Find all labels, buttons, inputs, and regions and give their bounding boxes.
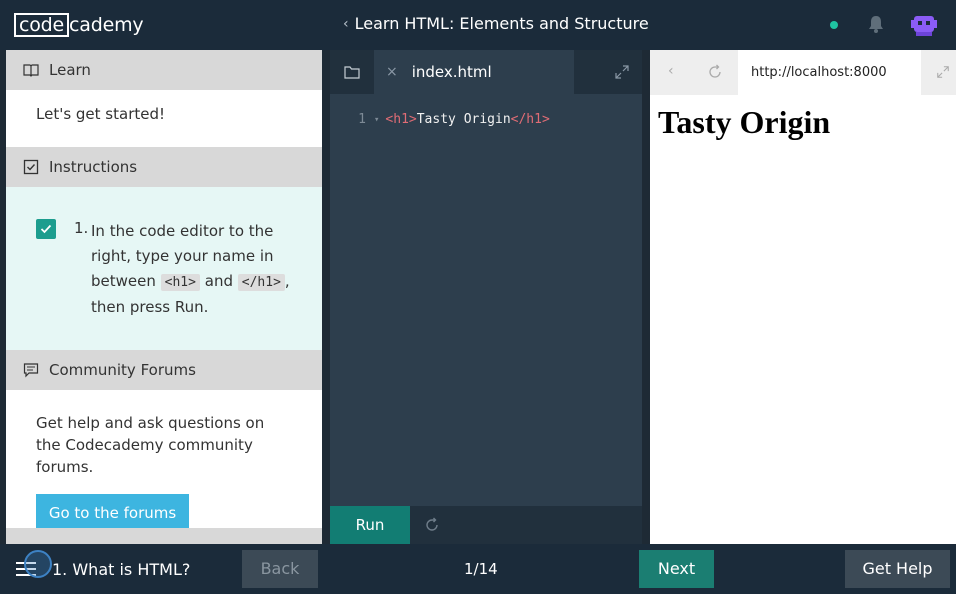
instruction-text-part: and — [204, 272, 233, 290]
chevron-left-icon: ‹ — [343, 15, 349, 32]
instructions-section-title: Instructions — [49, 158, 138, 176]
fold-caret-icon[interactable]: ▾ — [374, 115, 379, 125]
code-open-tag: <h1> — [385, 112, 417, 127]
code-line[interactable]: 1 ▾ <h1> Tasty Origin </h1> — [330, 112, 550, 127]
top-header: code cademy ‹ Learn HTML: Elements and St… — [0, 0, 956, 50]
tab-index-html[interactable]: × index.html — [374, 50, 574, 94]
logo-cademy-text: cademy — [69, 14, 144, 36]
inline-code-h1-close: </h1> — [237, 274, 285, 291]
code-text: Tasty Origin — [416, 112, 511, 127]
close-tab-icon[interactable]: × — [386, 64, 398, 80]
lesson-title[interactable]: 1. What is HTML? — [52, 560, 190, 579]
go-to-forums-button[interactable]: Go to the forums — [36, 494, 189, 532]
expand-icon[interactable] — [614, 64, 630, 80]
user-avatar-icon[interactable] — [910, 12, 938, 38]
instructions-body: 1. In the code editor to the right, type… — [6, 187, 322, 350]
instruction-1-checkbox[interactable] — [36, 219, 56, 239]
codecademy-logo[interactable]: code cademy — [14, 12, 144, 38]
chat-icon — [23, 363, 39, 378]
learn-section-title: Learn — [49, 61, 91, 79]
course-title-link[interactable]: ‹ Learn HTML: Elements and Structure — [343, 14, 649, 33]
bottom-footer: 1. What is HTML? Back 1/14 Next Get Help — [0, 544, 956, 594]
checkbox-icon — [23, 159, 39, 175]
book-icon — [23, 64, 39, 77]
code-editor: × index.html 1 ▾ <h1> Tasty Origin </h1> R… — [330, 50, 642, 544]
forums-description: Get help and ask questions on the Codeca… — [36, 414, 265, 476]
forums-section-title: Community Forums — [49, 361, 196, 379]
forums-section-body: Get help and ask questions on the Codeca… — [6, 390, 322, 532]
file-browser-button[interactable] — [330, 50, 374, 94]
get-help-button[interactable]: Get Help — [845, 550, 950, 588]
lesson-panel: Learn Let's get started! Instructions 1.… — [6, 50, 322, 544]
code-close-tag: </h1> — [510, 112, 550, 127]
page-counter: 1/14 — [464, 560, 498, 578]
instruction-1-text: In the code editor to the right, type yo… — [91, 219, 301, 320]
folder-icon — [344, 66, 360, 79]
instructions-section-header: Instructions — [6, 147, 322, 187]
browser-preview: ‹ http://localhost:8000 Tasty Origin — [650, 50, 956, 544]
online-status-dot — [830, 21, 838, 29]
tab-filename: index.html — [411, 63, 492, 81]
instruction-1-number: 1. — [74, 219, 89, 237]
run-button[interactable]: Run — [330, 506, 410, 544]
learn-section-header: Learn — [6, 50, 322, 90]
browser-url-bar[interactable]: http://localhost:8000 — [738, 50, 921, 95]
run-bar: Run — [330, 506, 642, 544]
rendered-heading: Tasty Origin — [658, 104, 831, 140]
inline-code-h1-open: <h1> — [160, 274, 200, 291]
logo-code-text: code — [14, 13, 70, 37]
browser-toolbar: ‹ http://localhost:8000 — [650, 50, 956, 95]
checkmark-icon — [40, 224, 52, 234]
cursor-highlight — [24, 550, 52, 578]
next-button[interactable]: Next — [639, 550, 714, 588]
bell-icon[interactable] — [866, 14, 886, 34]
browser-back-icon[interactable]: ‹ — [668, 63, 674, 79]
forums-section-header: Community Forums — [6, 350, 322, 390]
browser-expand-icon[interactable] — [936, 65, 950, 79]
learn-section-body: Let's get started! — [36, 105, 166, 123]
back-button[interactable]: Back — [242, 550, 318, 588]
browser-reload-icon[interactable] — [707, 64, 723, 80]
editor-tab-bar: × index.html — [330, 50, 642, 94]
course-title: Learn HTML: Elements and Structure — [354, 14, 649, 33]
reset-code-icon[interactable] — [424, 517, 440, 533]
line-number: 1 — [358, 112, 366, 127]
